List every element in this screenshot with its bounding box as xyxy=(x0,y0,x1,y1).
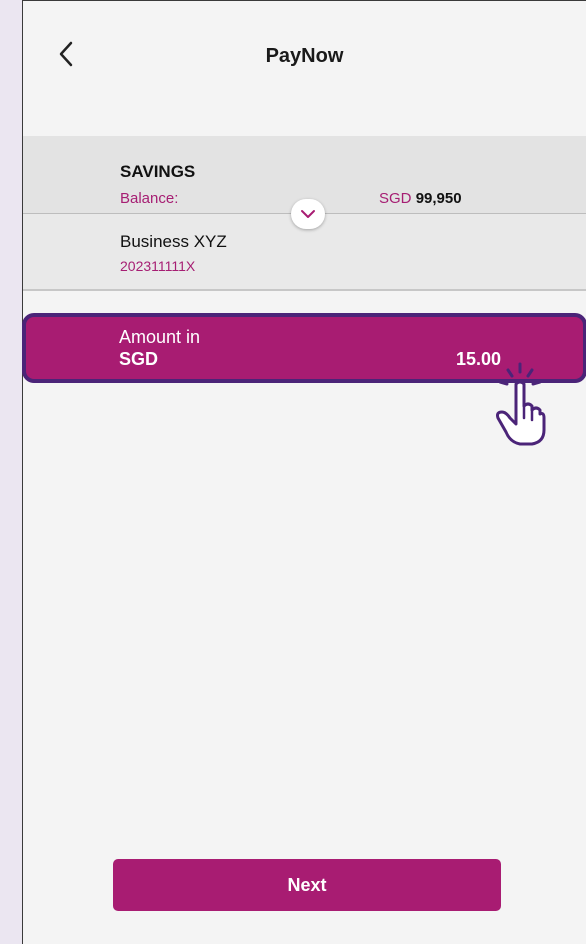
balance-currency: SGD xyxy=(379,190,412,207)
balance-amount: 99,950 xyxy=(415,190,462,207)
account-name: SAVINGS xyxy=(120,162,196,181)
amount-label: Amount in xyxy=(119,327,201,347)
amount-currency: SGD xyxy=(119,349,159,369)
expand-account-button[interactable] xyxy=(291,199,325,229)
payee-id: 202311111X xyxy=(120,258,196,274)
tap-hand-icon xyxy=(496,362,546,446)
next-button[interactable]: Next xyxy=(113,859,501,911)
balance-label: Balance: xyxy=(120,190,179,207)
app-screen: PayNow SAVINGS Balance: SGD 99,950 Busin… xyxy=(22,0,586,944)
chevron-down-icon xyxy=(301,210,315,218)
page-title: PayNow xyxy=(265,45,344,67)
payee-name: Business XYZ xyxy=(120,232,227,251)
header: PayNow xyxy=(23,1,586,106)
balance-value: SGD 99,950 xyxy=(379,190,462,207)
